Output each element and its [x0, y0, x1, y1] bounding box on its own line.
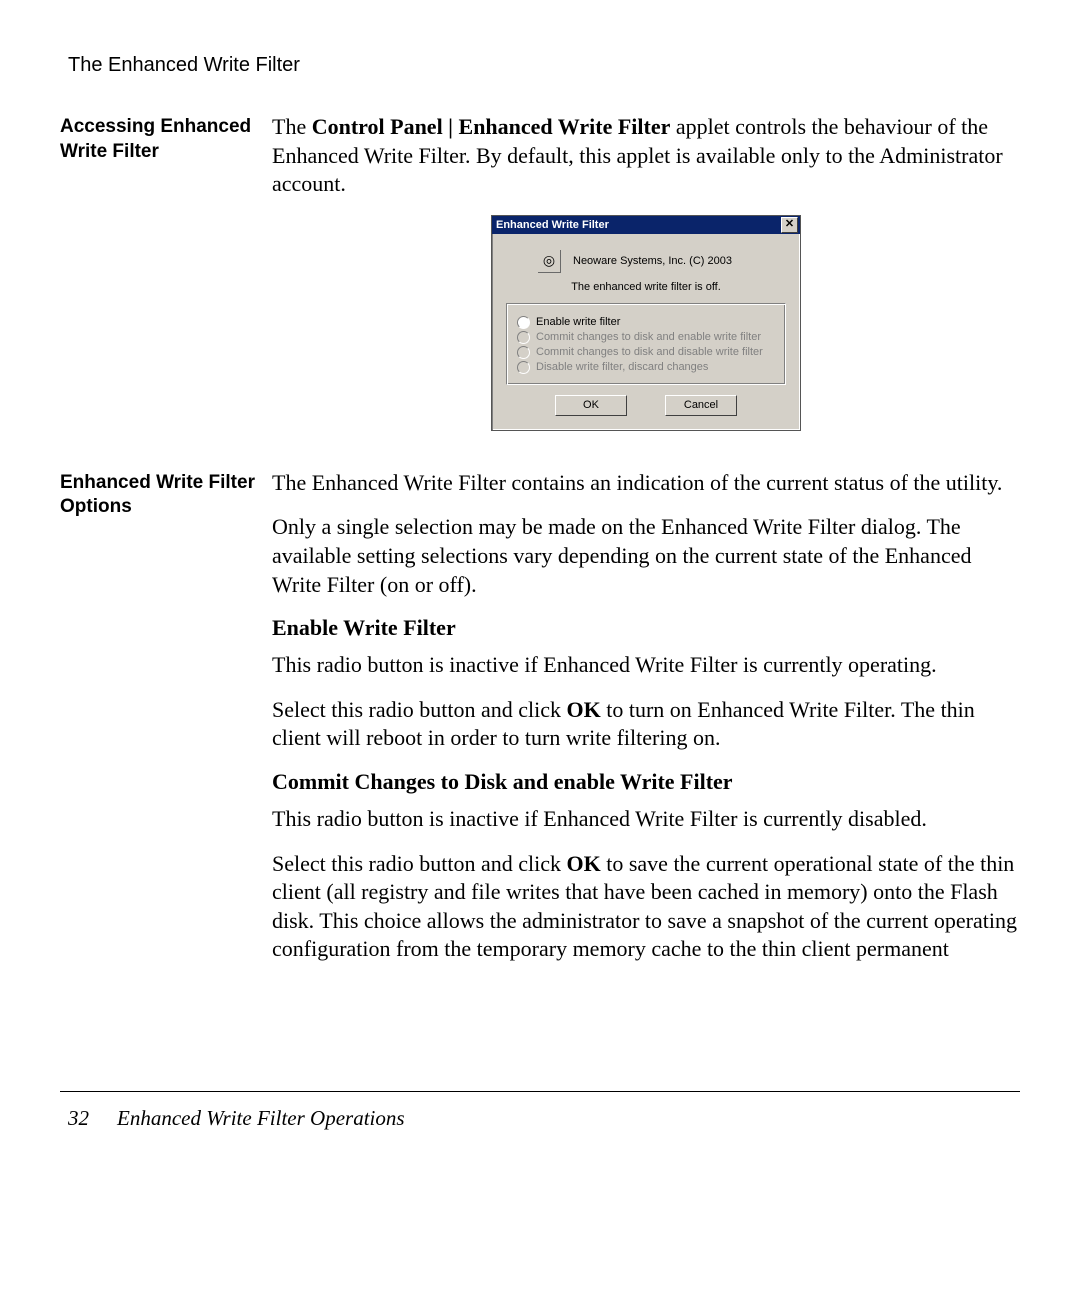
radio-icon — [517, 316, 530, 329]
text: Select this radio button and click — [272, 697, 567, 722]
subhead-enable: Enable Write Filter — [272, 615, 1020, 641]
radio-icon — [517, 331, 530, 344]
radio-commit-disable: Commit changes to disk and disable write… — [517, 346, 775, 359]
page: The Enhanced Write Filter Accessing Enha… — [0, 0, 1080, 1311]
dialog-header-row: ◎ Neoware Systems, Inc. (C) 2003 — [538, 250, 788, 273]
footer-line: 32 Enhanced Write Filter Operations — [68, 1106, 1020, 1131]
chapter-title: Enhanced Write Filter Operations — [117, 1106, 405, 1131]
radio-label: Commit changes to disk and disable write… — [536, 346, 763, 358]
radio-disable-discard: Disable write filter, discard changes — [517, 361, 775, 374]
text-bold: OK — [567, 697, 601, 722]
dialog-buttons: OK Cancel — [504, 393, 788, 422]
text-bold: OK — [567, 851, 601, 876]
para-commit-1: This radio button is inactive if Enhance… — [272, 805, 1020, 834]
body-accessing: The Control Panel | Enhanced Write Filte… — [272, 113, 1020, 459]
cancel-button[interactable]: Cancel — [665, 395, 737, 416]
running-head: The Enhanced Write Filter — [68, 54, 1020, 77]
text-bold: Control Panel | Enhanced Write Filter — [312, 114, 671, 139]
body-options: The Enhanced Write Filter contains an in… — [272, 469, 1020, 980]
dialog-title: Enhanced Write Filter — [496, 219, 609, 231]
para-commit-2: Select this radio button and click OK to… — [272, 850, 1020, 964]
app-icon: ◎ — [538, 250, 561, 273]
radio-label: Enable write filter — [536, 316, 620, 328]
radio-icon — [517, 346, 530, 359]
close-icon[interactable]: ✕ — [781, 217, 798, 233]
radio-label: Disable write filter, discard changes — [536, 361, 708, 373]
side-heading-options: Enhanced Write Filter Options — [60, 469, 272, 520]
radio-icon — [517, 361, 530, 374]
para-enable-1: This radio button is inactive if Enhance… — [272, 651, 1020, 680]
radio-enable[interactable]: Enable write filter — [517, 316, 775, 329]
radio-group: Enable write filter Commit changes to di… — [506, 303, 786, 385]
section-accessing: Accessing Enhanced Write Filter The Cont… — [60, 113, 1020, 459]
para-options-1: The Enhanced Write Filter contains an in… — [272, 469, 1020, 498]
page-footer: 32 Enhanced Write Filter Operations — [60, 1091, 1020, 1131]
radio-label: Commit changes to disk and enable write … — [536, 331, 761, 343]
dialog-titlebar: Enhanced Write Filter ✕ — [492, 216, 800, 234]
text: The — [272, 114, 312, 139]
page-number: 32 — [68, 1106, 89, 1131]
ewf-dialog: Enhanced Write Filter ✕ ◎ Neoware System… — [491, 215, 801, 431]
para-accessing-1: The Control Panel | Enhanced Write Filte… — [272, 113, 1020, 199]
vendor-text: Neoware Systems, Inc. (C) 2003 — [573, 255, 732, 267]
footer-rule — [60, 1091, 1020, 1092]
subhead-commit: Commit Changes to Disk and enable Write … — [272, 769, 1020, 795]
status-text: The enhanced write filter is off. — [504, 281, 788, 293]
ok-button[interactable]: OK — [555, 395, 627, 416]
section-options: Enhanced Write Filter Options The Enhanc… — [60, 469, 1020, 980]
side-heading-accessing: Accessing Enhanced Write Filter — [60, 113, 272, 164]
radio-commit-enable: Commit changes to disk and enable write … — [517, 331, 775, 344]
text: Select this radio button and click — [272, 851, 567, 876]
para-options-2: Only a single selection may be made on t… — [272, 513, 1020, 599]
dialog-body: ◎ Neoware Systems, Inc. (C) 2003 The enh… — [492, 234, 800, 430]
para-enable-2: Select this radio button and click OK to… — [272, 696, 1020, 753]
